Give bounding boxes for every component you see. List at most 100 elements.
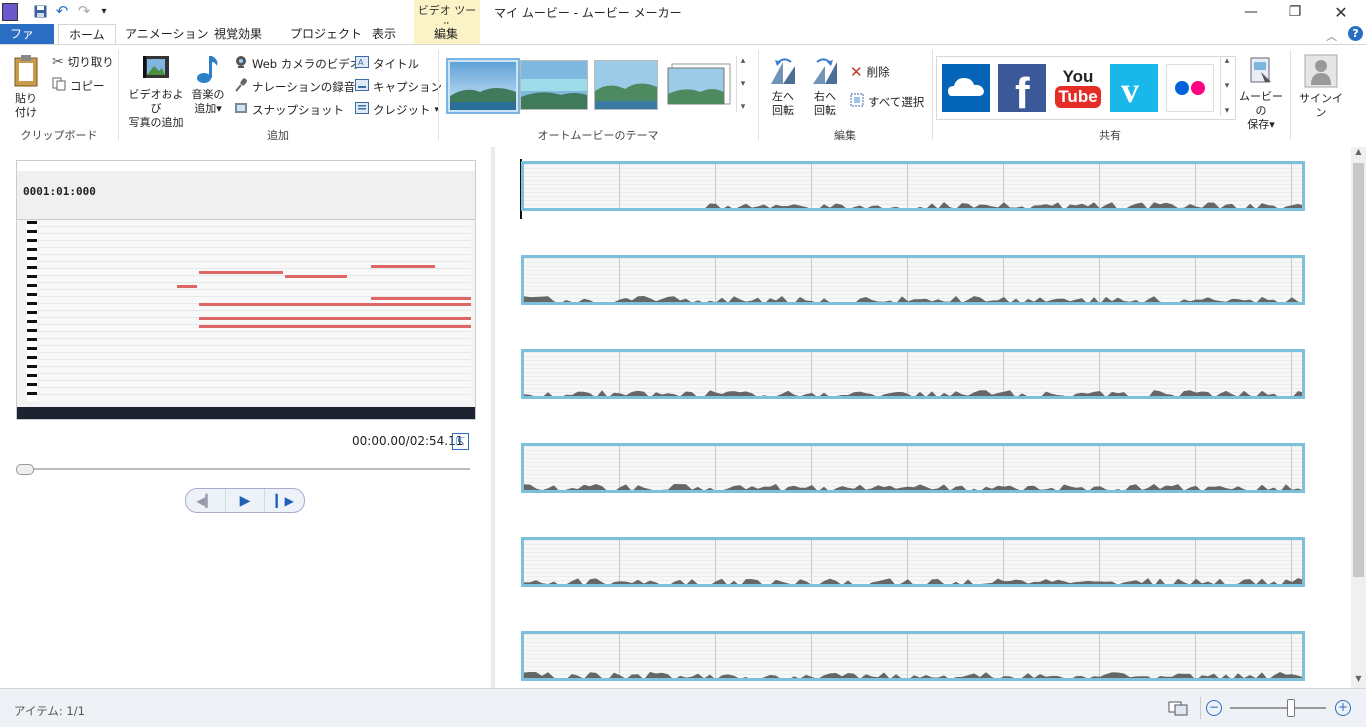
piano-roll bbox=[27, 221, 471, 401]
storyboard bbox=[495, 147, 1351, 688]
qat-customize-icon[interactable]: ▾ bbox=[96, 3, 112, 19]
tab-file[interactable]: ファイル bbox=[0, 24, 54, 61]
onedrive-icon[interactable] bbox=[942, 64, 990, 112]
zoom-slider[interactable] bbox=[1230, 707, 1326, 709]
tab-animation[interactable]: アニメーション bbox=[115, 24, 219, 44]
scroll-thumb[interactable] bbox=[1353, 163, 1364, 577]
cut-button[interactable]: ✂ 切り取り bbox=[52, 54, 114, 70]
signin-button[interactable]: サインイン bbox=[1296, 54, 1346, 120]
tab-visual-effects[interactable]: 視覚効果 bbox=[204, 24, 272, 44]
seek-handle[interactable] bbox=[16, 464, 34, 475]
tab-home[interactable]: ホーム bbox=[58, 24, 116, 46]
share-gallery-scroll[interactable]: ▴ ▾ ▾ bbox=[1220, 56, 1233, 116]
timeline-clip-row[interactable] bbox=[521, 537, 1305, 587]
zoom-out-icon[interactable]: − bbox=[1206, 700, 1222, 716]
tab-view[interactable]: 表示 bbox=[362, 24, 406, 44]
timeline-clip-row[interactable] bbox=[521, 349, 1305, 399]
snapshot-label: スナップショット bbox=[252, 102, 344, 117]
theme-thumbnail-default[interactable] bbox=[446, 58, 520, 114]
automovie-group-label: オートムービーのテーマ bbox=[537, 129, 659, 142]
tab-edit[interactable]: 編集 bbox=[424, 24, 469, 44]
film-icon bbox=[141, 54, 171, 88]
playback-controls: ◀▎ ▶ ▎▶ bbox=[185, 488, 305, 513]
audio-waveform bbox=[705, 202, 1302, 208]
redo-icon[interactable]: ↷ bbox=[76, 2, 92, 20]
vimeo-icon[interactable]: v bbox=[1110, 64, 1158, 112]
next-frame-icon[interactable]: ▎▶ bbox=[265, 489, 304, 512]
chevron-up-icon[interactable]: ▴ bbox=[1225, 56, 1230, 66]
webcam-icon bbox=[234, 55, 248, 72]
collapse-ribbon-icon[interactable]: ︿ bbox=[1326, 28, 1337, 44]
rotate-left-button[interactable]: 左へ 回転 bbox=[764, 56, 802, 118]
webcam-video-button[interactable]: Web カメラのビデオ bbox=[234, 55, 361, 72]
scroll-down-icon[interactable]: ▼ bbox=[1351, 674, 1366, 688]
youtube-icon[interactable]: You Tube bbox=[1054, 64, 1102, 112]
credits-button[interactable]: クレジット ▾ bbox=[355, 101, 439, 118]
flickr-icon[interactable] bbox=[1166, 64, 1214, 112]
undo-icon[interactable]: ↶ bbox=[54, 2, 70, 20]
rotate-right-label-2: 回転 bbox=[814, 104, 836, 117]
add-video-photo-button[interactable]: ビデオおよび 写真の追加 bbox=[124, 54, 188, 130]
chevron-down-icon[interactable]: ▾ bbox=[741, 79, 746, 89]
minimize-button[interactable]: — bbox=[1228, 0, 1274, 24]
delete-button[interactable]: ✕ 削除 bbox=[850, 63, 890, 81]
copy-button[interactable]: コピー bbox=[52, 77, 105, 94]
window-title: マイ ムービー - ムービー メーカー bbox=[494, 6, 682, 20]
save-icon[interactable] bbox=[32, 3, 48, 19]
close-button[interactable]: ✕ bbox=[1318, 0, 1364, 24]
theme-gallery-scroll[interactable]: ▴ ▾ ▾ bbox=[736, 56, 749, 112]
zoom-slider-thumb[interactable] bbox=[1287, 699, 1295, 717]
record-narration-button[interactable]: ナレーションの録音 ▾ bbox=[234, 78, 364, 95]
caption-button[interactable]: キャプション bbox=[355, 78, 442, 95]
chevron-up-icon[interactable]: ▴ bbox=[741, 56, 746, 66]
paste-button[interactable]: 貼り 付け bbox=[8, 54, 44, 120]
timeline-clip-row[interactable] bbox=[521, 443, 1305, 493]
help-icon[interactable]: ? bbox=[1348, 26, 1363, 41]
restore-button[interactable]: ❐ bbox=[1272, 0, 1318, 24]
play-icon[interactable]: ▶ bbox=[224, 489, 266, 512]
snapshot-button[interactable]: スナップショット bbox=[234, 101, 344, 118]
expand-icon[interactable]: ⇱ bbox=[452, 433, 469, 450]
theme-thumbnail-fade[interactable] bbox=[594, 60, 658, 110]
timeline-clip-row[interactable] bbox=[521, 631, 1305, 681]
group-separator bbox=[1290, 50, 1291, 140]
signin-label: サインイン bbox=[1299, 92, 1343, 119]
rotate-right-button[interactable]: 右へ 回転 bbox=[806, 56, 844, 118]
add-music-button[interactable]: 音楽の 追加▾ bbox=[189, 54, 227, 116]
rotate-left-label-2: 回転 bbox=[772, 104, 794, 117]
credits-icon bbox=[355, 101, 369, 118]
note bbox=[285, 275, 347, 278]
add-group-label: 追加 bbox=[267, 129, 289, 142]
title-button[interactable]: A タイトル bbox=[355, 55, 419, 72]
gallery-expand-icon[interactable]: ▾ bbox=[1225, 106, 1230, 116]
storyboard-view-icon[interactable] bbox=[1168, 700, 1188, 719]
video-preview[interactable]: 0001:01:000 bbox=[16, 160, 476, 420]
theme-thumbnail-contemporary[interactable] bbox=[520, 60, 588, 110]
audio-waveform bbox=[524, 672, 1302, 678]
timeline-clip-row[interactable] bbox=[521, 161, 1305, 211]
tab-project[interactable]: プロジェクト bbox=[280, 24, 372, 44]
copy-label: コピー bbox=[70, 78, 105, 93]
gallery-expand-icon[interactable]: ▾ bbox=[741, 102, 746, 112]
theme-thumbnail-pan-zoom[interactable] bbox=[666, 60, 732, 108]
zoom-in-icon[interactable]: + bbox=[1335, 700, 1351, 716]
timeline-clip-row[interactable] bbox=[521, 255, 1305, 305]
preview-taskbar bbox=[17, 407, 475, 419]
prev-frame-icon[interactable]: ◀▎ bbox=[186, 489, 225, 512]
record-narration-label: ナレーションの録音 bbox=[252, 79, 356, 94]
clipboard-group-label: クリップボード bbox=[20, 129, 98, 142]
audio-waveform bbox=[524, 578, 1302, 584]
add-music-label-1: 音楽の bbox=[191, 88, 225, 101]
chevron-down-icon[interactable]: ▾ bbox=[1225, 81, 1230, 91]
app-film-icon[interactable] bbox=[2, 3, 18, 21]
add-music-label-2: 追加▾ bbox=[194, 102, 222, 115]
piano-keys bbox=[27, 221, 37, 401]
scroll-up-icon[interactable]: ▲ bbox=[1351, 147, 1366, 161]
svg-text:f: f bbox=[1015, 69, 1030, 112]
select-all-button[interactable]: すべて選択 bbox=[850, 93, 924, 110]
storyboard-scrollbar[interactable]: ▲ ▼ bbox=[1351, 147, 1366, 688]
save-movie-button[interactable]: ムービーの 保存▾ bbox=[1236, 56, 1286, 132]
title-bar: ↶ ↷ ▾ ビデオ ツール マイ ムービー - ムービー メーカー — ❐ ✕ bbox=[0, 0, 1366, 44]
seek-bar[interactable] bbox=[20, 468, 470, 470]
facebook-icon[interactable]: f bbox=[998, 64, 1046, 118]
